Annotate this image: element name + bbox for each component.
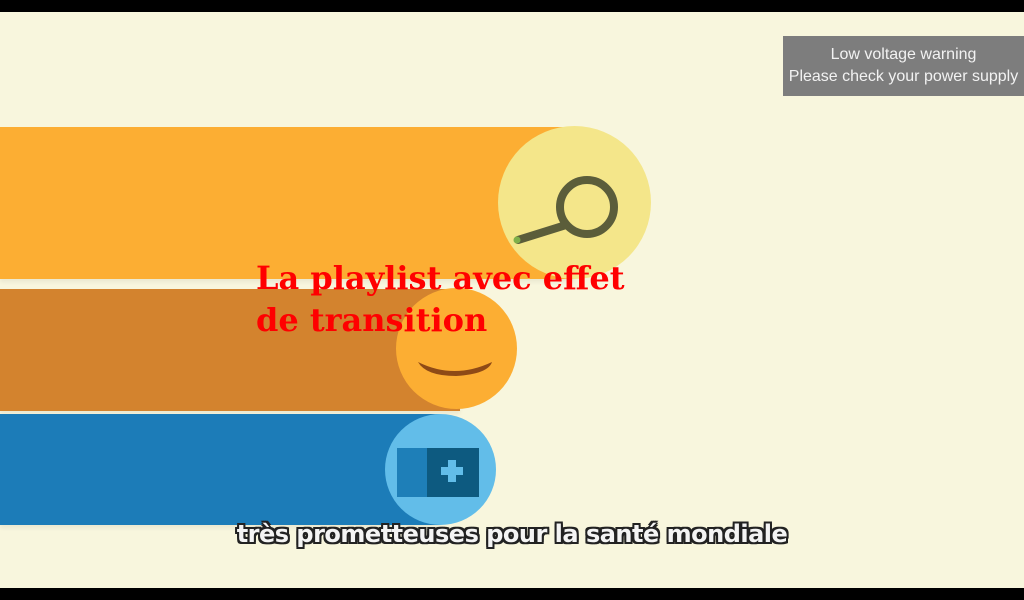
video-subtitle: très prometteuses pour la santé mondiale bbox=[0, 520, 1024, 548]
toast-line-2: Please check your power supply bbox=[788, 68, 1019, 85]
playlist-title: La playlist avec effet de transition bbox=[256, 259, 625, 339]
video-player[interactable]: La playlist avec effet de transition trè… bbox=[0, 12, 1024, 588]
screen: La playlist avec effet de transition trè… bbox=[0, 0, 1024, 600]
kit-circle bbox=[385, 414, 496, 525]
blue-bar bbox=[0, 414, 440, 525]
medical-kit-icon bbox=[397, 448, 479, 497]
low-voltage-toast: Low voltage warning Please check your po… bbox=[783, 36, 1024, 96]
subtitle-text: très prometteuses pour la santé mondiale bbox=[236, 520, 788, 548]
toast-line-1: Low voltage warning bbox=[830, 46, 977, 63]
